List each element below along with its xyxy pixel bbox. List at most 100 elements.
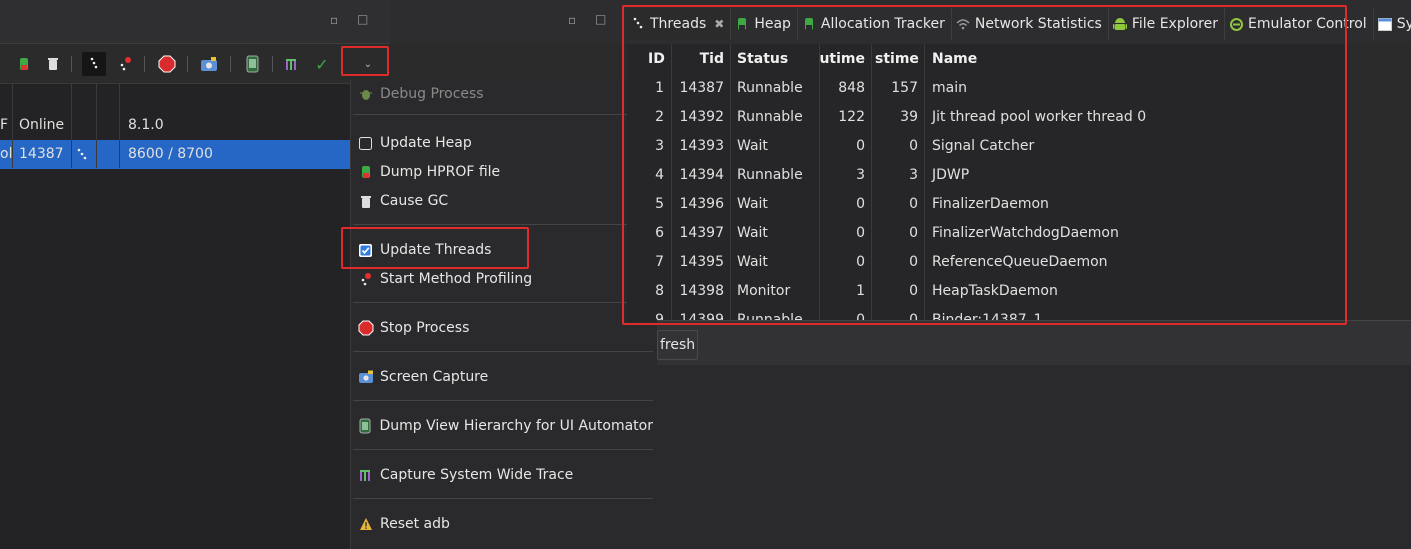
thread-tid: 14395 [679, 254, 724, 270]
maximize-icon[interactable]: □ [357, 12, 368, 26]
minimize-icon[interactable]: ▫ [330, 13, 338, 27]
dump-hprof-icon [357, 164, 374, 181]
table-row[interactable]: 7 14395 Wait 0 0 ReferenceQueueDaemon [627, 248, 1345, 277]
menu-item-label: Stop Process [380, 320, 470, 336]
menu-item-label: Start Method Profiling [380, 271, 533, 287]
menu-item-label: Dump View Hierarchy for UI Automator [379, 418, 653, 434]
thread-status: Wait [737, 225, 768, 241]
table-row[interactable]: 8 14398 Monitor 1 0 HeapTaskDaemon [627, 277, 1345, 306]
menu-item-dump-hprof[interactable]: Dump HPROF file [353, 158, 653, 186]
column-header-name[interactable]: Name [932, 45, 977, 74]
table-row[interactable]: 4 14394 Runnable 3 3 JDWP [627, 161, 1345, 190]
thread-name: HeapTaskDaemon [932, 283, 1058, 299]
stop-sign-icon [357, 320, 374, 337]
systrace-icon[interactable] [280, 52, 304, 76]
table-row[interactable]: 2 14392 Runnable 122 39 Jit thread pool worke… [627, 103, 1345, 132]
thread-stime: 39 [900, 109, 918, 125]
thread-utime: 122 [838, 109, 865, 125]
view-menu-chevron-down-icon[interactable]: ⌄ [356, 52, 380, 76]
tab-label: File Explorer [1131, 16, 1218, 32]
client-pid: 14387 [19, 146, 64, 162]
threads-icon[interactable] [82, 52, 106, 76]
method-profiling-icon [357, 271, 374, 288]
menu-item-label: Update Threads [380, 242, 492, 258]
thread-name: Signal Catcher [932, 138, 1035, 154]
column-header-id[interactable]: ID [648, 45, 665, 74]
menu-item-stop-process[interactable]: Stop Process [353, 314, 653, 342]
checkbox-unchecked-icon[interactable] [357, 135, 374, 152]
thread-status: Wait [737, 196, 768, 212]
menu-item-dump-view-hierarchy[interactable]: Dump View Hierarchy for UI Automator [353, 412, 653, 440]
maximize-icon[interactable]: □ [595, 12, 606, 26]
table-row[interactable]: 1 14387 Runnable 848 157 main [627, 74, 1345, 103]
thread-status: Runnable [737, 109, 803, 125]
system-icon [1377, 16, 1392, 32]
tab-network-statistics[interactable]: Network Statistics [952, 8, 1109, 40]
column-header-utime[interactable]: utime [807, 45, 865, 74]
menu-item-reset-adb[interactable]: Reset adb [353, 510, 653, 538]
systrace-icon [357, 467, 374, 484]
menu-separator [353, 498, 653, 499]
trash-icon[interactable] [41, 52, 65, 76]
refresh-button[interactable]: fresh [657, 330, 698, 360]
menu-item-update-heap[interactable]: Update Heap [353, 129, 653, 157]
thread-id: 2 [655, 109, 664, 125]
tab-heap[interactable]: Heap [731, 8, 798, 40]
thread-tid: 14387 [679, 80, 724, 96]
menu-item-label: Dump HPROF file [380, 164, 501, 180]
network-icon [956, 16, 970, 32]
close-icon[interactable]: ✖ [714, 17, 724, 31]
tab-emulator-control[interactable]: Emulator Control [1225, 8, 1374, 40]
toolbar-separator [187, 56, 188, 72]
dump-hprof-icon[interactable] [12, 52, 36, 76]
thread-stime: 3 [909, 167, 918, 183]
device-state: Online [19, 117, 65, 133]
thread-utime: 3 [856, 167, 865, 183]
menu-item-label: Update Heap [380, 135, 472, 151]
menu-item-start-method-profiling[interactable]: Start Method Profiling [353, 265, 653, 293]
menu-item-label: Capture System Wide Trace [380, 467, 574, 483]
column-divider [924, 44, 925, 322]
ui-automator-icon[interactable] [240, 52, 264, 76]
tab-file-explorer[interactable]: File Explorer [1109, 8, 1225, 40]
column-header-stime[interactable]: stime [875, 45, 919, 74]
tab-system[interactable]: System [1374, 8, 1411, 40]
table-row[interactable]: 3 14393 Wait 0 0 Signal Catcher [627, 132, 1345, 161]
menu-item-capture-system-trace[interactable]: Capture System Wide Trace [353, 461, 653, 489]
column-divider [71, 84, 72, 168]
camera-icon[interactable] [197, 52, 221, 76]
column-header-tid[interactable]: Tid [673, 45, 724, 74]
thread-id: 5 [655, 196, 664, 212]
column-header-status[interactable]: Status [737, 45, 788, 74]
toolbar-separator [144, 56, 145, 72]
minimize-icon[interactable]: ▫ [568, 13, 576, 27]
thread-utime: 0 [856, 138, 865, 154]
warning-icon [357, 516, 374, 533]
menu-item-cause-gc[interactable]: Cause GC [353, 187, 653, 215]
tab-allocation-tracker[interactable]: Allocation Tracker [798, 8, 952, 40]
method-profiling-icon[interactable] [113, 52, 137, 76]
tab-label: Emulator Control [1247, 16, 1367, 32]
table-row[interactable]: 6 14397 Wait 0 0 FinalizerWatchdogDaemon [627, 219, 1345, 248]
checkmark-icon[interactable]: ✓ [310, 52, 334, 76]
tab-threads[interactable]: Threads ✖ [627, 8, 732, 40]
client-row-selected[interactable]: ol 14387 8600 / 8700 [0, 140, 350, 169]
thread-utime: 0 [856, 225, 865, 241]
thread-name: Jit thread pool worker thread 0 [932, 109, 1147, 125]
column-divider [871, 44, 872, 322]
thread-id: 7 [655, 254, 664, 270]
menu-item-update-threads[interactable]: Update Threads [353, 236, 653, 264]
menu-item-label: Debug Process [380, 86, 484, 102]
checkbox-checked-icon[interactable] [357, 242, 374, 259]
stop-sign-icon[interactable] [155, 52, 179, 76]
thread-utime: 0 [856, 254, 865, 270]
column-divider [12, 84, 13, 168]
allocation-icon [802, 16, 816, 32]
toolbar-separator [71, 56, 72, 72]
toolbar-separator [272, 56, 273, 72]
view-menu-dropdown: Debug Process Update Heap Dump HPROF fil… [350, 80, 657, 549]
menu-item-screen-capture[interactable]: Screen Capture [353, 363, 653, 391]
device-row[interactable]: F Online 8.1.0 [0, 111, 350, 140]
threads-button-bar [657, 320, 1411, 365]
table-row[interactable]: 5 14396 Wait 0 0 FinalizerDaemon [627, 190, 1345, 219]
